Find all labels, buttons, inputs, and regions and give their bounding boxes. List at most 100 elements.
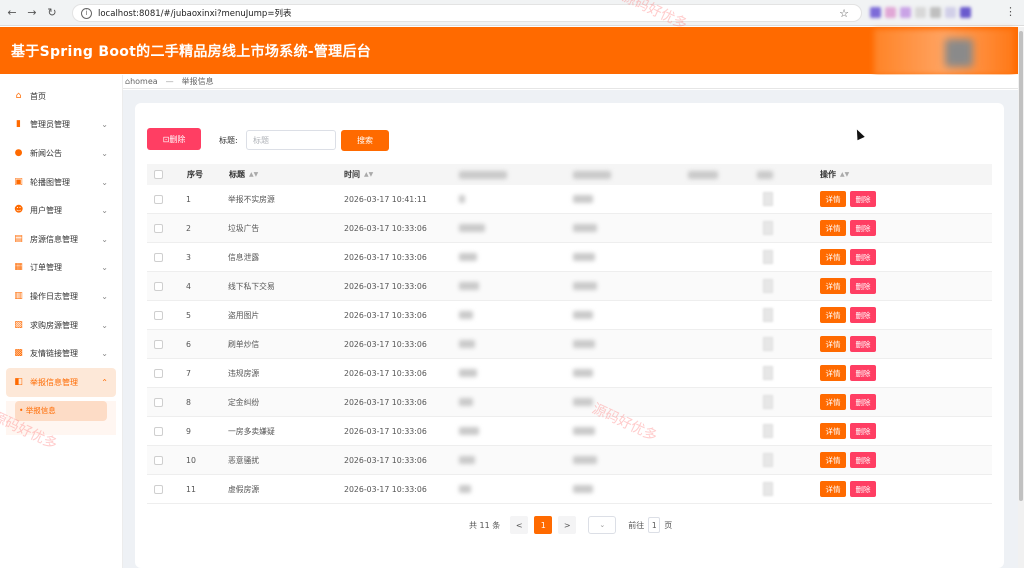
- page-size-select[interactable]: ⌄: [588, 516, 617, 534]
- sort-icon[interactable]: ▲▼: [840, 171, 849, 178]
- sidebar-item-reports[interactable]: ◧ 举报信息管理 ⌃: [6, 367, 116, 397]
- row-checkbox[interactable]: [154, 368, 163, 378]
- detail-button[interactable]: 详情: [820, 278, 846, 294]
- sidebar-item-logs[interactable]: ▥ 操作日志管理 ⌄: [0, 282, 122, 311]
- extension-icon[interactable]: [870, 7, 881, 18]
- detail-button[interactable]: 详情: [820, 452, 846, 468]
- detail-button[interactable]: 详情: [820, 307, 846, 323]
- profile-icon[interactable]: [960, 7, 971, 18]
- detail-button[interactable]: 详情: [820, 220, 846, 236]
- row-title: 虚假房源: [228, 484, 260, 494]
- next-page-button[interactable]: >: [558, 516, 577, 534]
- delete-row-button[interactable]: 删除: [850, 394, 876, 410]
- header-time[interactable]: 时间 ▲▼: [344, 164, 373, 185]
- row-time: 2026-03-17 10:33:06: [344, 484, 427, 494]
- detail-button[interactable]: 详情: [820, 394, 846, 410]
- row-checkbox[interactable]: [154, 310, 163, 320]
- sidebar-item-label: 首页: [30, 91, 46, 101]
- detail-button[interactable]: 详情: [820, 481, 846, 497]
- sidebar-item-carousel[interactable]: ▣ 轮播图管理 ⌄: [0, 168, 122, 197]
- sidebar-item-links[interactable]: ▩ 友情链接管理 ⌄: [0, 339, 122, 368]
- row-checkbox[interactable]: [154, 339, 163, 349]
- row-title: 刷单炒信: [228, 339, 260, 349]
- redacted-image: [763, 424, 773, 438]
- sidebar-item-wanted[interactable]: ▧ 求购房源管理 ⌄: [0, 311, 122, 340]
- row-index: 2: [186, 223, 191, 233]
- row-checkbox[interactable]: [154, 194, 163, 204]
- log-icon: ▥: [14, 290, 23, 301]
- detail-button[interactable]: 详情: [820, 423, 846, 439]
- forward-icon[interactable]: →: [24, 5, 40, 21]
- redacted-image: [763, 192, 773, 206]
- batch-delete-button[interactable]: ⊡删除: [147, 128, 201, 150]
- row-checkbox[interactable]: [154, 223, 163, 233]
- redacted-cell: [573, 456, 597, 464]
- row-title: 垃圾广告: [228, 223, 260, 233]
- detail-button[interactable]: 详情: [820, 365, 846, 381]
- delete-row-button[interactable]: 删除: [850, 278, 876, 294]
- delete-row-button[interactable]: 删除: [850, 191, 876, 207]
- breadcrumb-home[interactable]: homea: [130, 77, 158, 86]
- row-checkbox[interactable]: [154, 426, 163, 436]
- row-checkbox[interactable]: [154, 484, 163, 494]
- delete-row-button[interactable]: 删除: [850, 220, 876, 236]
- scrollbar-thumb[interactable]: [1019, 31, 1023, 501]
- browser-menu-icon[interactable]: ⋮: [1005, 5, 1016, 18]
- select-all-checkbox[interactable]: [154, 170, 163, 179]
- header-title[interactable]: 标题 ▲▼: [229, 164, 258, 185]
- extension-icon[interactable]: [885, 7, 896, 18]
- address-bar[interactable]: i localhost:8081/#/jubaoxinxi?menuJump=列…: [72, 4, 862, 22]
- delete-row-button[interactable]: 删除: [850, 423, 876, 439]
- page-1-button[interactable]: 1: [534, 516, 553, 534]
- sidebar-item-home[interactable]: ⌂ 首页: [0, 82, 122, 111]
- avatar[interactable]: [945, 39, 973, 67]
- reload-icon[interactable]: ↻: [44, 5, 60, 21]
- sidebar-item-users[interactable]: ☻ 用户管理 ⌄: [0, 196, 122, 225]
- row-index: 10: [186, 455, 196, 465]
- bookmark-star-icon[interactable]: ☆: [839, 7, 849, 20]
- title-search-input[interactable]: [246, 130, 336, 150]
- extension-icon[interactable]: [930, 7, 941, 18]
- back-icon[interactable]: ←: [4, 5, 20, 21]
- detail-button[interactable]: 详情: [820, 191, 846, 207]
- delete-row-button[interactable]: 删除: [850, 481, 876, 497]
- detail-button[interactable]: 详情: [820, 336, 846, 352]
- sort-icon[interactable]: ▲▼: [249, 171, 258, 178]
- row-checkbox[interactable]: [154, 455, 163, 465]
- extension-icon[interactable]: [900, 7, 911, 18]
- user-info[interactable]: [874, 29, 1014, 75]
- redacted-cell: [573, 369, 593, 377]
- detail-button[interactable]: 详情: [820, 249, 846, 265]
- extension-icon[interactable]: [915, 7, 926, 18]
- sidebar-item-label: 友情链接管理: [30, 349, 78, 359]
- row-time: 2026-03-17 10:33:06: [344, 252, 427, 262]
- delete-row-button[interactable]: 删除: [850, 336, 876, 352]
- sidebar-item-orders[interactable]: ▦ 订单管理 ⌄: [0, 254, 122, 283]
- page-scrollbar[interactable]: [1018, 27, 1024, 568]
- header-actions-label: 操作: [820, 170, 836, 179]
- prev-page-button[interactable]: <: [510, 516, 529, 534]
- header-actions[interactable]: 操作 ▲▼: [820, 164, 849, 185]
- extension-icon[interactable]: [945, 7, 956, 18]
- site-info-icon[interactable]: i: [81, 7, 92, 19]
- delete-row-button[interactable]: 删除: [850, 249, 876, 265]
- row-time: 2026-03-17 10:33:06: [344, 455, 427, 465]
- row-checkbox[interactable]: [154, 252, 163, 262]
- delete-row-button[interactable]: 删除: [850, 365, 876, 381]
- row-index: 4: [186, 281, 191, 291]
- delete-row-button[interactable]: 删除: [850, 307, 876, 323]
- row-index: 7: [186, 368, 191, 378]
- delete-row-button[interactable]: 删除: [850, 452, 876, 468]
- sidebar-item-houses[interactable]: ▤ 房源信息管理 ⌄: [0, 225, 122, 254]
- chevron-up-icon: ⌃: [101, 377, 108, 387]
- row-checkbox[interactable]: [154, 397, 163, 407]
- sidebar-item-news[interactable]: ● 新闻公告 ⌄: [0, 139, 122, 168]
- submenu-item-report-info[interactable]: • 举报信息: [15, 400, 107, 421]
- row-checkbox[interactable]: [154, 281, 163, 291]
- redacted-image: [763, 279, 773, 293]
- sort-icon[interactable]: ▲▼: [364, 171, 373, 178]
- redacted-header: [573, 170, 611, 179]
- search-button[interactable]: 搜索: [341, 130, 389, 151]
- goto-page-input[interactable]: 1: [648, 517, 661, 533]
- sidebar-item-admin[interactable]: ▮ 管理员管理 ⌄: [0, 111, 122, 140]
